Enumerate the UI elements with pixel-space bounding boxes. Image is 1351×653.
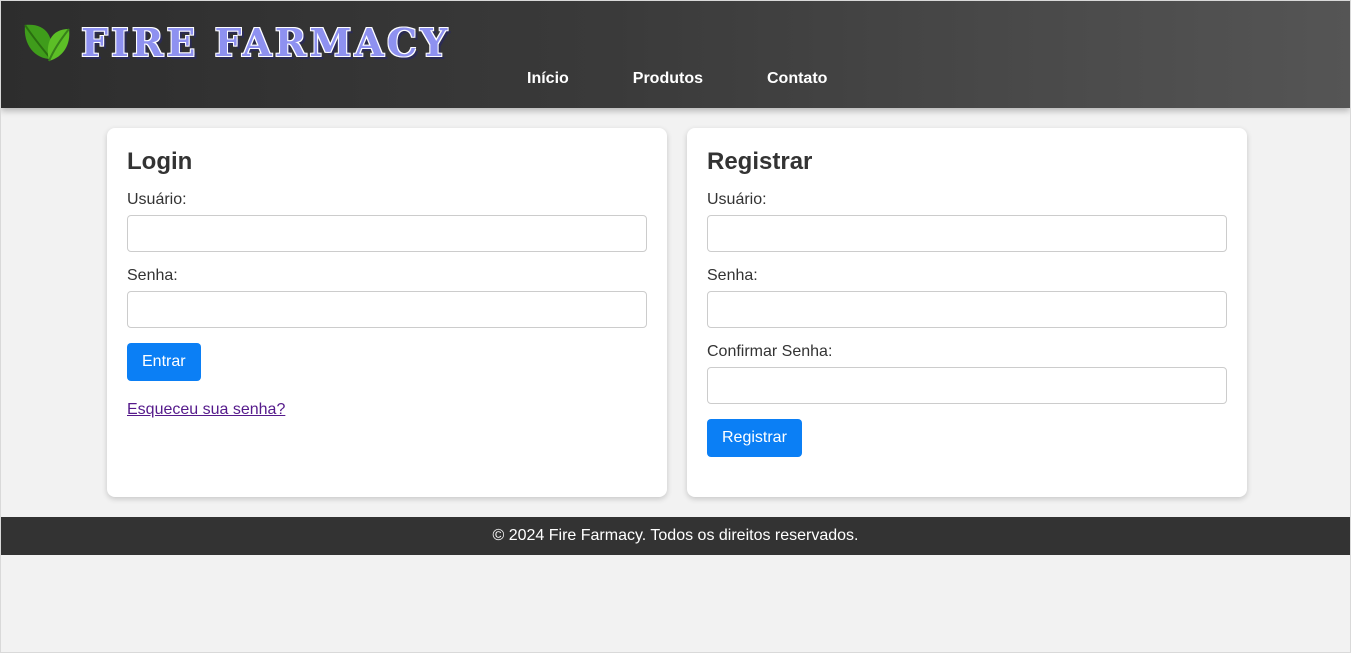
register-user-label: Usuário: (707, 191, 767, 208)
leaf-icon (24, 24, 70, 62)
nav-link-contato[interactable]: Contato (767, 70, 827, 88)
nav-link-inicio[interactable]: Início (527, 70, 569, 88)
register-title: Registrar (707, 148, 813, 175)
login-submit-button[interactable]: Entrar (127, 343, 201, 381)
main-nav: Início Produtos Contato (527, 70, 827, 88)
site-footer: © 2024 Fire Farmacy. Todos os direitos r… (1, 517, 1350, 555)
register-password-input[interactable] (707, 291, 1227, 328)
login-user-input[interactable] (127, 215, 647, 252)
login-title: Login (127, 148, 193, 175)
site-header: FIRE FARMACY Início Produtos Contato (1, 1, 1350, 108)
login-password-input[interactable] (127, 291, 647, 328)
register-password-label: Senha: (707, 267, 758, 284)
nav-link-produtos[interactable]: Produtos (633, 70, 703, 88)
register-user-input[interactable] (707, 215, 1227, 252)
login-password-label: Senha: (127, 267, 178, 284)
logo[interactable]: FIRE FARMACY (21, 19, 450, 67)
register-card: Registrar Usuário: Senha: Confirmar Senh… (687, 128, 1247, 497)
page: FIRE FARMACY Início Produtos Contato Log… (0, 0, 1351, 653)
brand-name: FIRE FARMACY (81, 20, 451, 65)
register-confirm-label: Confirmar Senha: (707, 343, 833, 360)
register-submit-button[interactable]: Registrar (707, 419, 802, 457)
login-user-label: Usuário: (127, 191, 187, 208)
footer-copyright: © 2024 Fire Farmacy. Todos os direitos r… (492, 527, 859, 544)
login-card: Login Usuário: Senha: Entrar Esqueceu su… (107, 128, 667, 497)
forgot-password-link[interactable]: Esqueceu sua senha? (127, 401, 285, 419)
register-confirm-input[interactable] (707, 367, 1227, 404)
